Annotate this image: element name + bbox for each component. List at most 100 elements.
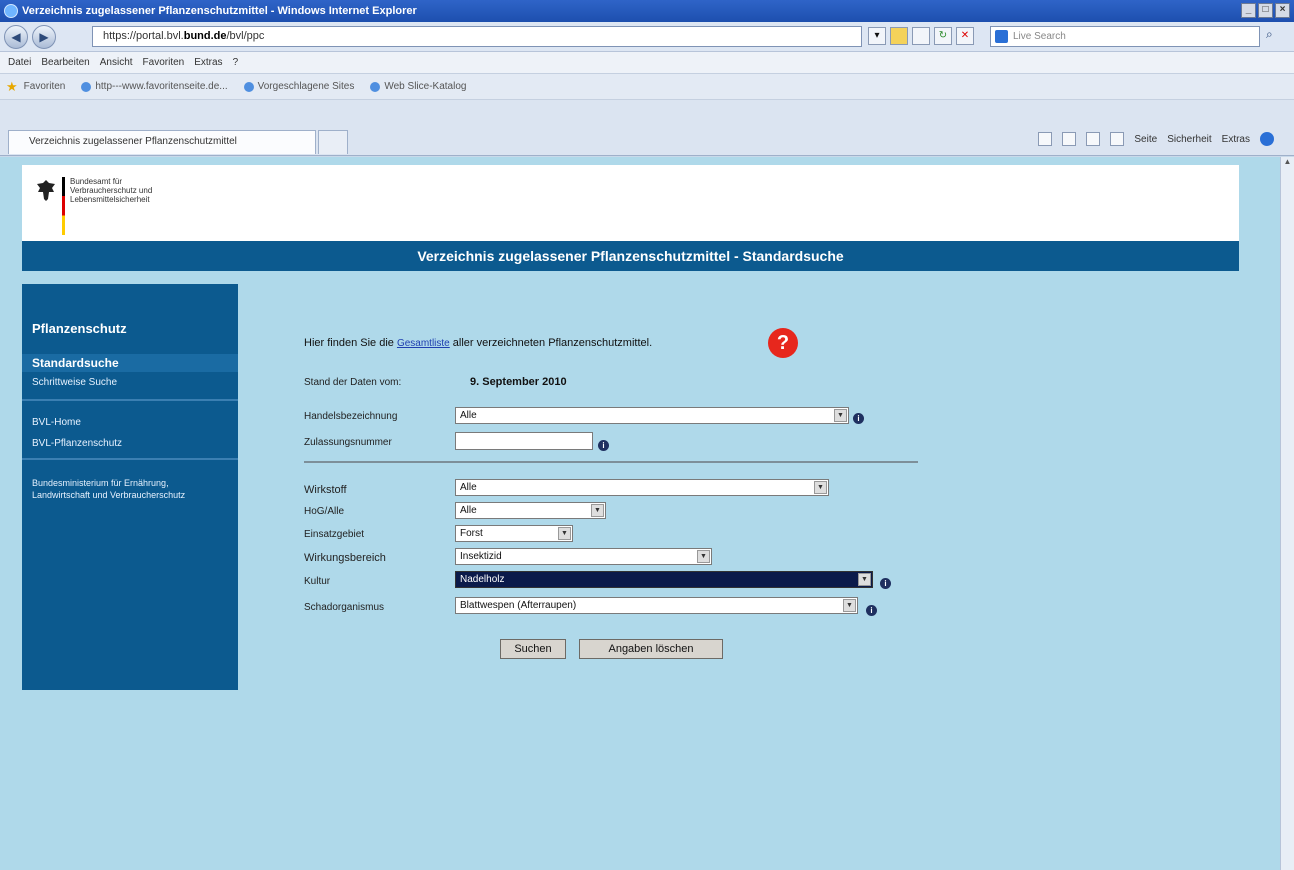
address-input[interactable]: https://portal.bvl.bund.de/bvl/ppc [92,26,862,47]
mail-icon[interactable] [1086,132,1101,146]
selected-value: Alle [460,482,477,493]
window-title: Verzeichnis zugelassener Pflanzenschutzm… [22,5,417,17]
menu-bearbeiten[interactable]: Bearbeiten [41,57,89,68]
page-content: Bundesamt für Verbraucherschutz und Lebe… [0,157,1280,870]
page-icon [81,81,92,92]
menu-datei[interactable]: Datei [8,57,31,68]
einsatzgebiet-label: Einsatzgebiet [304,529,365,540]
feeds-icon[interactable] [1062,132,1077,146]
lock-icon[interactable] [890,27,908,45]
schadorganismus-select[interactable]: Blattwespen (Afterraupen) ▼ [455,597,858,614]
fav-link-label: Web Slice-Katalog [384,81,467,92]
org-name-line2: Verbraucherschutz und [70,186,153,195]
scroll-up-icon[interactable]: ▲ [1281,157,1294,170]
tab-title: Verzeichnis zugelassener Pflanzenschutzm… [29,136,237,147]
address-toolbar: ◀ ▶ https://portal.bvl.bund.de/bvl/ppc ▾… [0,22,1294,52]
org-name-line3: Lebensmittelsicherheit [70,195,150,204]
handelsbezeichnung-select[interactable]: Alle ▼ [455,407,849,424]
fav-link-label: http---www.favoritenseite.de... [95,81,228,92]
selected-value: Nadelholz [460,574,505,585]
gesamtliste-link[interactable]: Gesamtliste [397,338,450,349]
menu-help[interactable]: ? [233,57,239,68]
info-icon[interactable]: i [880,578,891,589]
chevron-down-icon: ▼ [858,573,871,586]
window-controls: _ □ × [1241,3,1290,18]
refresh-icon[interactable]: ↻ [934,27,952,45]
help-icon[interactable]: ? [768,328,798,358]
vertical-scrollbar[interactable]: ▲ [1280,157,1294,870]
zulassungsnummer-label: Zulassungsnummer [304,437,392,448]
selected-value: Insektizid [460,551,502,562]
sidebar-item-bmelv[interactable]: Bundesministerium für Ernährung, Landwir… [22,477,212,501]
hoe-alle-select[interactable]: Alle ▼ [455,502,606,519]
intro-before: Hier finden Sie die [304,337,397,349]
fav-link-2[interactable]: Vorgeschlagene Sites [243,81,355,92]
zulassungsnummer-input[interactable] [455,432,593,450]
org-name: Bundesamt für Verbraucherschutz und Lebe… [70,177,210,204]
cmd-extras[interactable]: Extras [1222,134,1250,145]
cmd-seite[interactable]: Seite [1134,134,1157,145]
kultur-label: Kultur [304,576,331,587]
favorites-label: Favoriten [23,81,66,92]
command-bar: Seite Sicherheit Extras [1038,132,1274,146]
back-button[interactable]: ◀ [4,24,28,49]
sidebar-item-schrittweise-suche[interactable]: Schrittweise Suche [22,376,238,390]
url-domain: bund.de [183,30,227,42]
wirkstoff-label: Wirkstoff [304,484,347,496]
menu-ansicht[interactable]: Ansicht [100,57,133,68]
info-icon[interactable]: i [598,440,609,451]
chevron-down-icon: ▼ [814,481,827,494]
org-name-line1: Bundesamt für [70,177,123,186]
kultur-select[interactable]: Nadelholz ▼ [455,571,873,588]
fav-link-1[interactable]: http---www.favoritenseite.de... [81,81,228,92]
window-titlebar: Verzeichnis zugelassener Pflanzenschutzm… [0,0,1294,22]
print-icon[interactable] [1110,132,1125,146]
page-title: Verzeichnis zugelassener Pflanzenschutzm… [22,241,1239,271]
search-input[interactable]: Live Search [990,26,1260,47]
sidebar-item-standardsuche[interactable]: Standardsuche [22,354,238,372]
chevron-down-icon: ▼ [558,527,571,540]
handelsbezeichnung-label: Handelsbezeichnung [304,411,398,422]
ie-logo-icon [4,4,18,18]
maximize-button[interactable]: □ [1258,3,1273,18]
stop-icon[interactable]: ✕ [956,27,974,45]
sidebar-item-bvl-pflanzenschutz[interactable]: BVL-Pflanzenschutz [22,437,238,451]
new-tab-button[interactable] [318,130,348,154]
favorites-bar: ★ Favoriten http---www.favoritenseite.de… [0,74,1294,100]
home-icon[interactable] [1038,132,1053,146]
chevron-down-icon: ▼ [834,409,847,422]
forward-button[interactable]: ▶ [32,24,56,49]
wirkstoff-select[interactable]: Alle ▼ [455,479,829,496]
chevron-down-icon: ▼ [697,550,710,563]
sidebar-divider [22,458,238,460]
tab-current[interactable]: Verzeichnis zugelassener Pflanzenschutzm… [8,130,316,154]
sidebar-divider [22,399,238,401]
fav-link-label: Vorgeschlagene Sites [257,81,355,92]
wirkungsbereich-select[interactable]: Insektizid ▼ [455,548,712,565]
intro-text: Hier finden Sie die Gesamtliste aller ve… [304,337,652,349]
sidebar-item-bvl-home[interactable]: BVL-Home [22,416,238,430]
info-icon[interactable]: i [866,605,877,616]
chevron-down-icon: ▼ [843,599,856,612]
favorites-button[interactable]: ★ Favoriten [6,79,65,95]
selected-value: Alle [460,505,477,516]
cmd-sicherheit[interactable]: Sicherheit [1167,134,1211,145]
fav-link-3[interactable]: Web Slice-Katalog [370,81,466,92]
menu-extras[interactable]: Extras [194,57,222,68]
close-window-button[interactable]: × [1275,3,1290,18]
clear-button[interactable]: Angaben löschen [579,639,723,659]
help-icon[interactable] [1260,132,1274,146]
info-icon[interactable]: i [853,413,864,424]
search-icon[interactable]: ⌕ [1266,27,1273,42]
selected-value: Blattwespen (Afterraupen) [460,600,577,611]
address-icons: ▾ ↻ ✕ [868,27,974,45]
eagle-logo-icon [37,180,55,201]
compatibility-icon[interactable] [912,27,930,45]
dropdown-icon[interactable]: ▾ [868,27,886,45]
menu-favoriten[interactable]: Favoriten [143,57,185,68]
site-header: Bundesamt für Verbraucherschutz und Lebe… [22,165,1239,241]
page-icon [243,81,254,92]
einsatzgebiet-select[interactable]: Forst ▼ [455,525,573,542]
search-button[interactable]: Suchen [500,639,566,659]
minimize-button[interactable]: _ [1241,3,1256,18]
